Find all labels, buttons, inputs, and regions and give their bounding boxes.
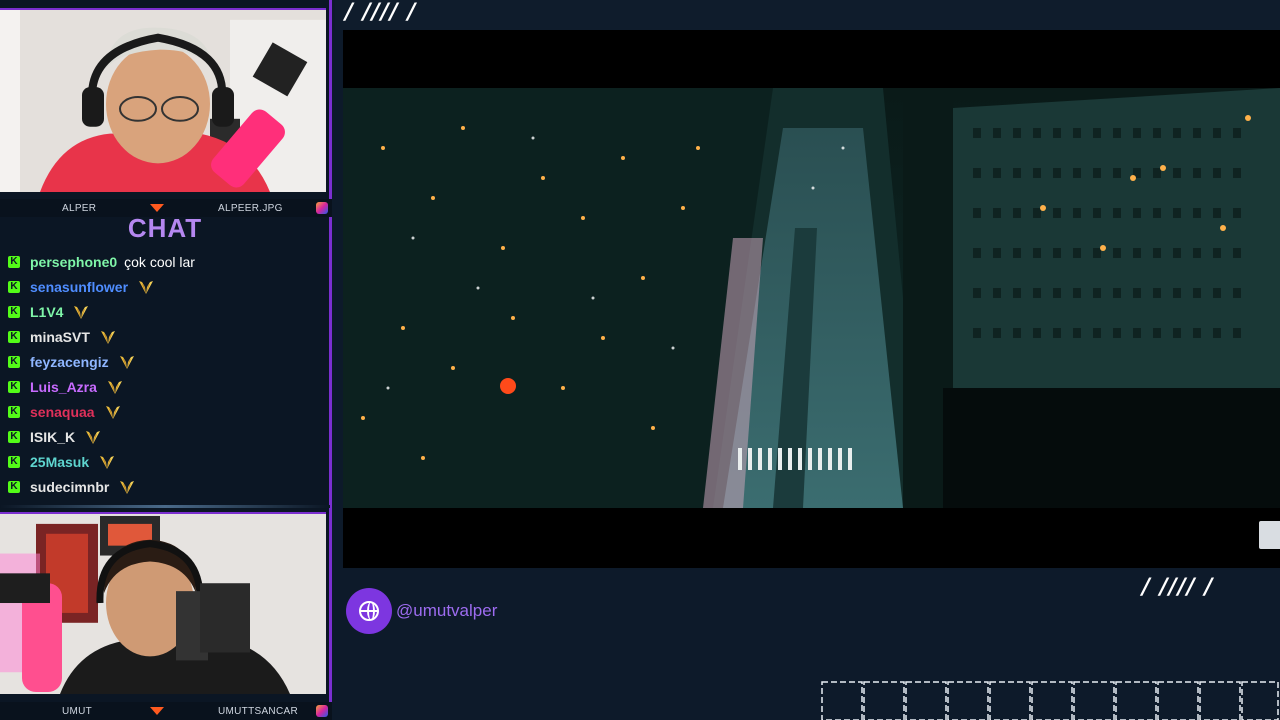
chat-username[interactable]: persephone0 [30, 254, 117, 270]
chat-username[interactable]: sudecimnbr [30, 479, 109, 495]
kick-badge-icon: K [8, 381, 20, 394]
left-panel: ALPER ALPEER.JPG CHAT Kpersephone0 çok co… [0, 0, 332, 720]
kick-badge-icon: K [8, 330, 20, 343]
streamer-handle: ALPEER.JPG [218, 202, 283, 214]
chat-message: Kfeyzacengiz [8, 349, 324, 374]
wings-emote-icon [119, 355, 134, 369]
chat-message: Ksudecimnbr [8, 475, 324, 500]
chat-username[interactable]: Luis_Azra [30, 379, 97, 395]
chat-username[interactable]: minaSVT [30, 329, 90, 345]
chat-message-text: çok cool lar [124, 253, 195, 270]
chat-message: Kpersephone0 çok cool lar [8, 249, 324, 274]
streamer-bar-bottom: UMUT UMUTTSANCAR [0, 702, 332, 720]
social-handle: @umutvalper [346, 588, 497, 634]
wings-emote-icon [105, 406, 120, 420]
slash-decoration: / //// / [345, 0, 417, 25]
chat-message: K ISIK_K [8, 425, 324, 450]
wings-emote-icon [86, 431, 101, 445]
kick-badge-icon: K [8, 355, 20, 368]
instagram-icon [316, 705, 328, 717]
chat-list: Kpersephone0 çok cool lar Ksenasunflower K L… [8, 249, 324, 500]
globe-icon [346, 588, 392, 634]
video-player[interactable] [343, 30, 1280, 568]
wings-emote-icon [74, 305, 89, 319]
chat-message: Ksenaquaa [8, 400, 324, 425]
chat-username[interactable]: ISIK_K [30, 429, 75, 445]
side-tab-handle[interactable] [1259, 521, 1280, 549]
chat-message: K Luis_Azra [8, 374, 324, 399]
arrow-down-icon [150, 204, 164, 212]
kick-badge-icon: K [8, 456, 20, 469]
wings-emote-icon [100, 456, 115, 470]
top-strip [335, 0, 1280, 30]
wings-emote-icon [107, 381, 122, 395]
kick-badge-icon: K [8, 255, 20, 268]
wings-emote-icon [139, 280, 154, 294]
slash-decoration: / //// / [1142, 575, 1214, 600]
box-pattern-decoration [821, 681, 1279, 720]
chat-title: CHAT [127, 213, 203, 243]
streamer-name: ALPER [62, 202, 97, 214]
kick-badge-icon: K [8, 481, 20, 494]
chat-message: K L1V4 [8, 299, 324, 324]
kick-badge-icon: K [8, 280, 20, 293]
kick-badge-icon: K [8, 431, 20, 444]
video-frame-city [343, 88, 1280, 508]
chat-message: Ksenasunflower [8, 274, 324, 299]
streamer-handle: UMUTTSANCAR [218, 705, 298, 717]
chat-username[interactable]: L1V4 [30, 304, 63, 320]
chat-message: K 25Masuk [8, 450, 324, 475]
chat-username[interactable]: senasunflower [30, 279, 128, 295]
webcam-top [0, 8, 326, 192]
chat-username[interactable]: feyzacengiz [30, 354, 109, 370]
wings-emote-icon [100, 330, 115, 344]
kick-badge-icon: K [8, 305, 20, 318]
social-handle-text: @umutvalper [396, 601, 498, 620]
chat-username[interactable]: 25Masuk [30, 454, 89, 470]
wings-emote-icon [120, 481, 135, 495]
chat-username[interactable]: senaquaa [30, 404, 95, 420]
streamer-name: UMUT [62, 705, 93, 717]
divider [0, 505, 330, 508]
kick-badge-icon: K [8, 406, 20, 419]
arrow-down-icon [150, 707, 164, 715]
chat-message: KminaSVT [8, 324, 324, 349]
webcam-bottom [0, 512, 326, 694]
